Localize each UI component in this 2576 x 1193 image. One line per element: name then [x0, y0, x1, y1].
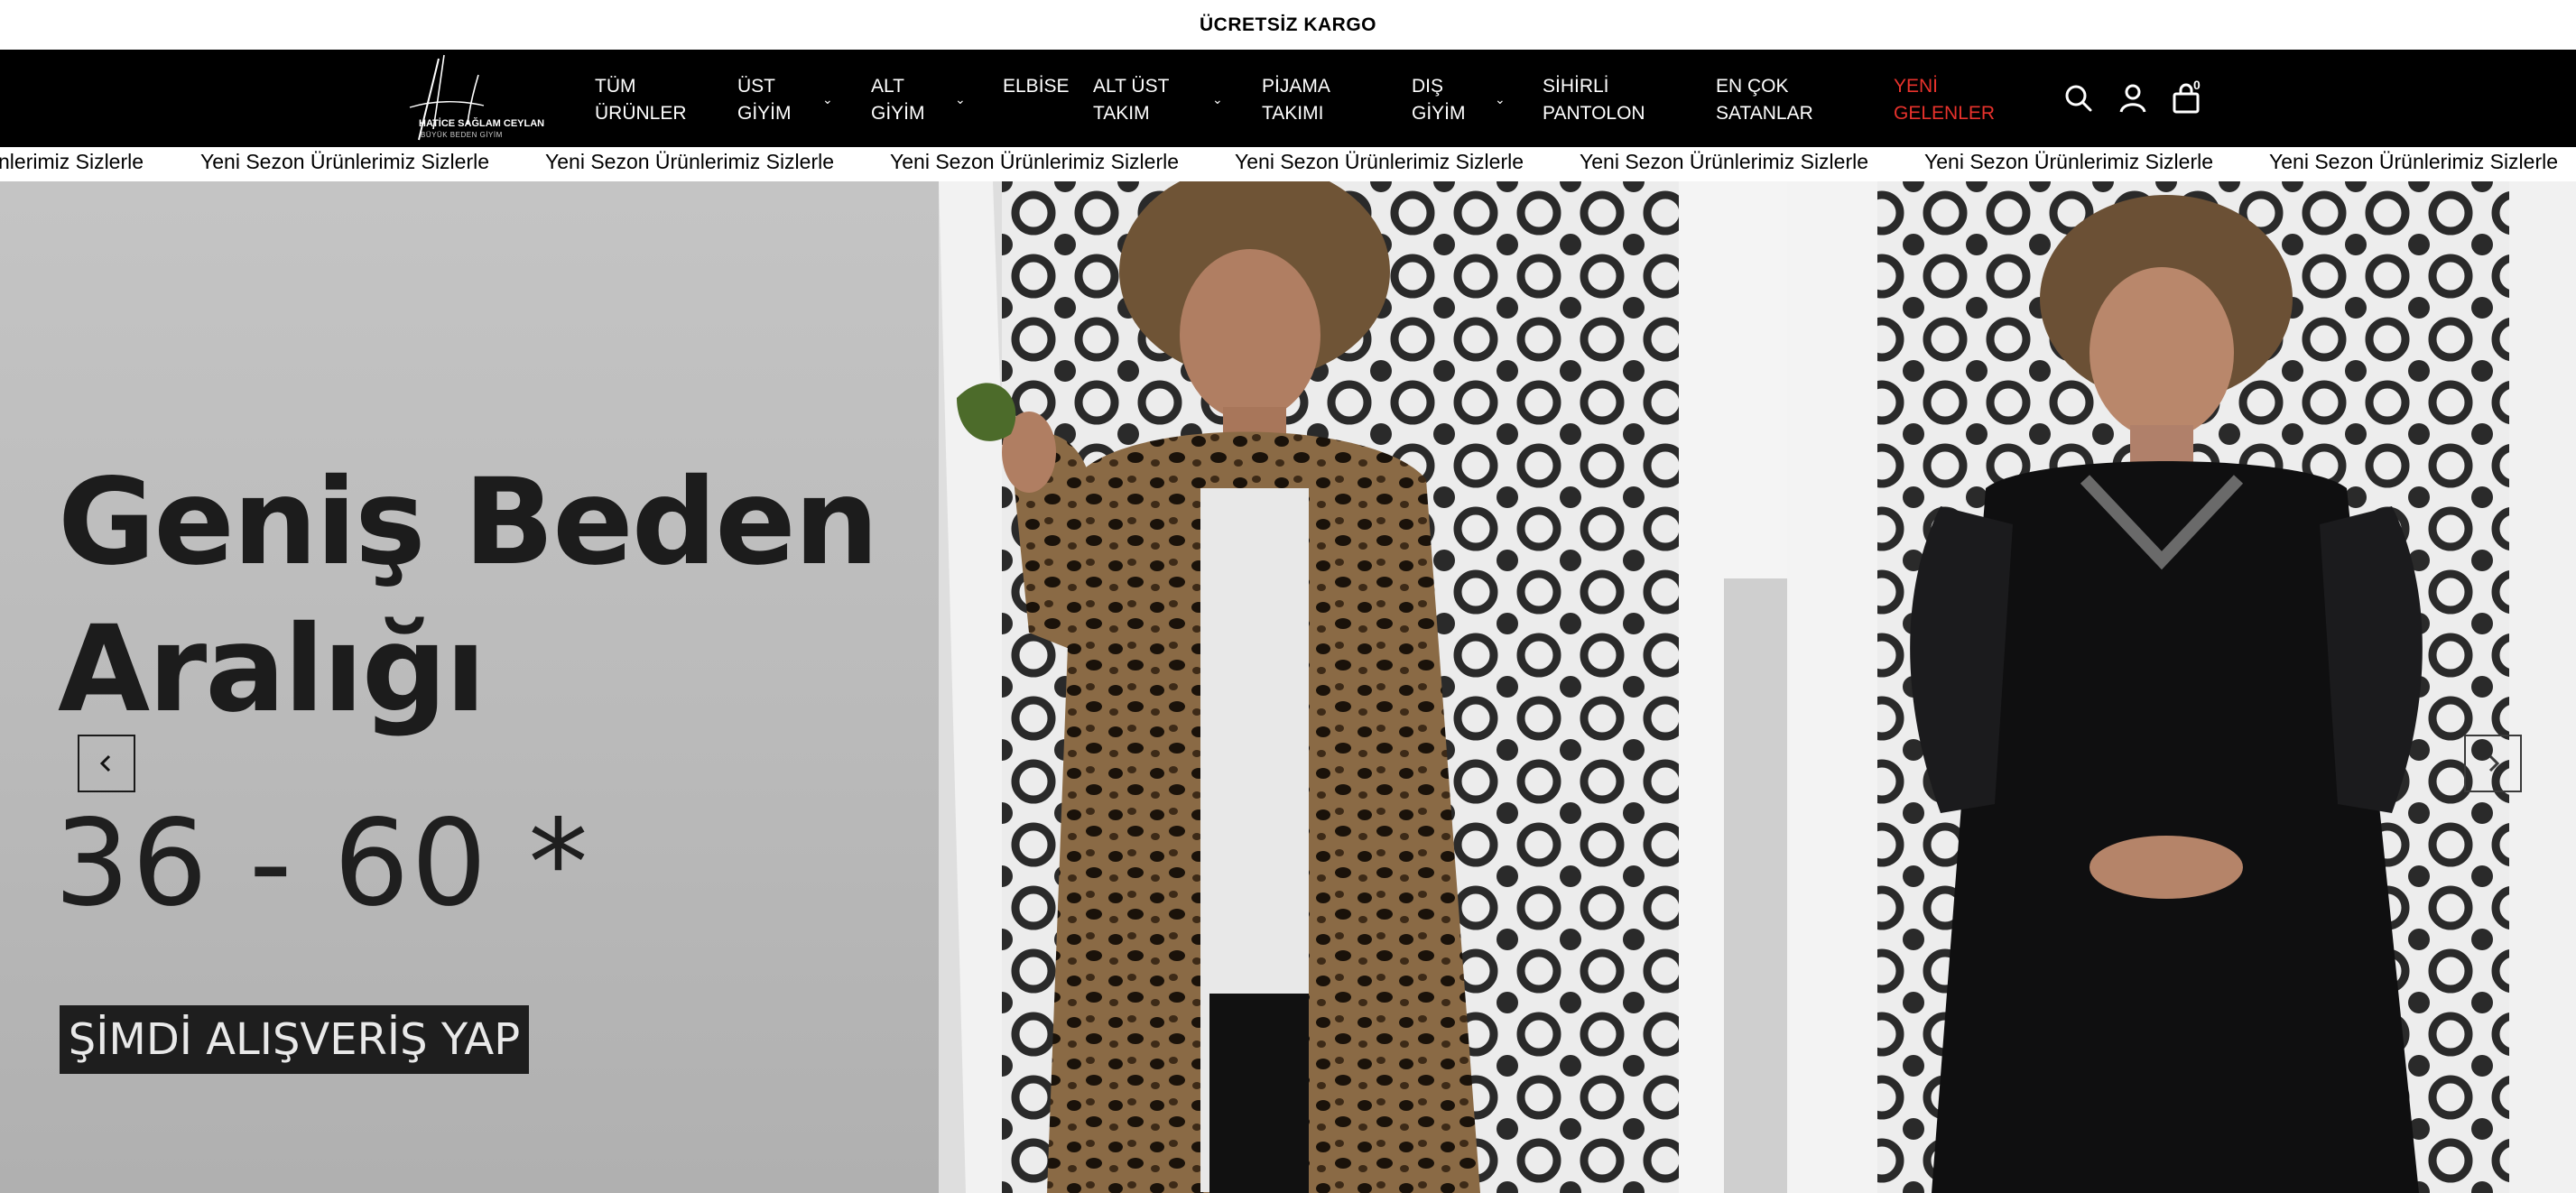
nav-item-sihirli-pantolon[interactable]: SİHİRLİ PANTOLON [1543, 73, 1645, 127]
chevron-left-icon[interactable] [78, 735, 135, 792]
hero-image-leopard-jacket [939, 181, 1787, 1193]
nav-item-tum-urunler[interactable]: TÜM ÜRÜNLER [595, 73, 687, 127]
hero-heading-line1: Geniş Beden [58, 453, 879, 592]
marquee-item: Yeni Sezon Ürünlerimiz Sizlerle [200, 150, 490, 173]
marquee-item: Yeni Sezon Ürünlerimiz Sizlerle [545, 150, 835, 173]
hero-slider: Geniş Beden Aralığı 36 - 60 * ŞİMDİ ALIŞ… [0, 181, 2576, 1193]
marquee-item: nlerimiz Sizlerle [0, 150, 144, 173]
marquee-item: Yeni Sezon Ürünlerimiz Sizlerle [890, 150, 1180, 173]
announcement-marquee: nlerimiz Sizlerle Yeni Sezon Ürünlerimiz… [0, 147, 2576, 181]
nav-item-alt-ust-takim[interactable]: ALT ÜST TAKIM [1093, 73, 1169, 127]
nav-item-yeni-gelenler[interactable]: YENİ GELENLER [1894, 73, 1995, 127]
user-icon[interactable] [2117, 82, 2149, 115]
nav-item-dis-giyim[interactable]: DIŞ GİYİM [1412, 73, 1466, 127]
brand-logo[interactable]: HATİCE SAĞLAM CEYLAN BÜYÜK BEDEN GİYİM [397, 53, 558, 143]
hero-heading-line2: Aralığı [58, 600, 486, 739]
shop-now-button[interactable]: ŞİMDİ ALIŞVERİŞ YAP [60, 1005, 529, 1074]
brand-tagline: BÜYÜK BEDEN GİYİM [421, 131, 503, 139]
hero-image-black-blouse [1787, 181, 2576, 1193]
brand-name: HATİCE SAĞLAM CEYLAN [419, 118, 545, 129]
cart-count-badge: 0 [2193, 78, 2201, 92]
announcement-bar: ÜCRETSİZ KARGO [0, 0, 2576, 50]
marquee-item: Yeni Sezon Ürünlerimiz Sizlerle [1924, 150, 2214, 173]
nav-item-ust-giyim[interactable]: ÜST GİYİM [737, 73, 792, 127]
marquee-item: Yeni Sezon Ürünlerimiz Sizlerle [1580, 150, 1869, 173]
marquee-item: Yeni Sezon Ürünlerimiz Sizlerle [1235, 150, 1524, 173]
marquee-item: Yeni Sezon Ürünlerimiz Sizlerle [2269, 150, 2559, 173]
chevron-down-icon[interactable]: ⌄ [822, 92, 833, 107]
announcement-text: ÜCRETSİZ KARGO [1200, 14, 1376, 35]
nav-item-en-cok-satanlar[interactable]: EN ÇOK SATANLAR [1716, 73, 1813, 127]
chevron-down-icon[interactable]: ⌄ [955, 92, 966, 107]
search-icon[interactable] [2062, 82, 2095, 115]
nav-item-pijama-takimi[interactable]: PİJAMA TAKIMI [1262, 73, 1330, 127]
chevron-down-icon[interactable]: ⌄ [1495, 92, 1506, 107]
chevron-right-icon[interactable] [2464, 735, 2522, 792]
nav-item-alt-giyim[interactable]: ALT GİYİM [871, 73, 925, 127]
hero-size-range: 36 - 60 * [54, 794, 590, 933]
main-navigation: HATİCE SAĞLAM CEYLAN BÜYÜK BEDEN GİYİM T… [0, 50, 2576, 147]
nav-item-elbise[interactable]: ELBİSE [1003, 73, 1070, 100]
chevron-down-icon[interactable]: ⌄ [1212, 92, 1223, 107]
